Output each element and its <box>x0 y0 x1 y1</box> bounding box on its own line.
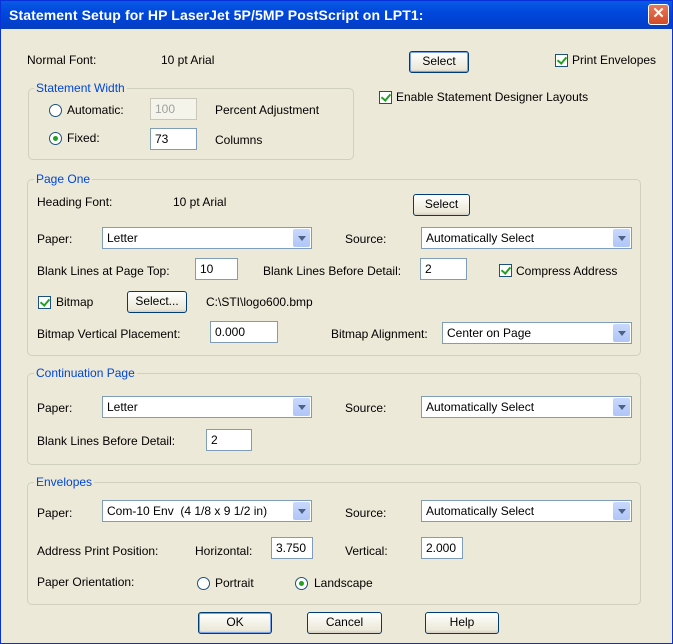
envelope-paper-label: Paper: <box>37 506 73 520</box>
paper-orientation-label: Paper Orientation: <box>37 575 135 589</box>
continuation-source-value: Automatically Select <box>426 400 535 414</box>
chevron-down-icon[interactable] <box>613 398 630 416</box>
heading-font-label: Heading Font: <box>37 195 113 209</box>
horizontal-label: Horizontal: <box>195 544 253 558</box>
compress-address-label[interactable]: Compress Address <box>516 264 617 278</box>
vertical-input[interactable]: 2.000 <box>421 537 463 559</box>
continuation-blank-lines-label: Blank Lines Before Detail: <box>37 434 176 448</box>
automatic-label[interactable]: Automatic: <box>67 103 124 117</box>
portrait-radio[interactable] <box>197 577 210 590</box>
bitmap-alignment-value: Center on Page <box>447 326 532 340</box>
continuation-paper-value: Letter <box>107 400 138 414</box>
help-button[interactable]: Help <box>425 612 499 634</box>
horizontal-input[interactable]: 3.750 <box>271 537 313 559</box>
portrait-label[interactable]: Portrait <box>215 576 254 590</box>
statement-setup-dialog: Statement Setup for HP LaserJet 5P/5MP P… <box>0 0 673 644</box>
statement-width-legend: Statement Width <box>34 81 127 95</box>
bitmap-vertical-placement-input[interactable]: 0.000 <box>210 321 278 343</box>
fixed-label[interactable]: Fixed: <box>67 131 100 145</box>
normal-font-value: 10 pt Arial <box>161 53 215 67</box>
columns-label: Columns <box>215 133 263 147</box>
continuation-blank-lines-input[interactable]: 2 <box>206 429 252 451</box>
landscape-radio[interactable] <box>295 577 308 590</box>
print-envelopes-label[interactable]: Print Envelopes <box>572 53 656 67</box>
page-one-paper-value: Letter <box>107 231 138 245</box>
envelope-source-select[interactable]: Automatically Select <box>421 500 632 522</box>
close-button[interactable]: ✕ <box>648 4 669 25</box>
chevron-down-icon[interactable] <box>613 229 630 247</box>
cancel-button[interactable]: Cancel <box>307 612 382 634</box>
heading-font-value: 10 pt Arial <box>173 195 227 209</box>
close-icon: ✕ <box>652 5 665 22</box>
fixed-radio[interactable] <box>49 132 62 145</box>
chevron-down-icon[interactable] <box>293 229 310 247</box>
continuation-page-legend: Continuation Page <box>34 366 137 380</box>
bitmap-checkbox[interactable] <box>38 296 51 309</box>
vertical-label: Vertical: <box>345 544 388 558</box>
blank-lines-before-detail-label: Blank Lines Before Detail: <box>263 264 402 278</box>
automatic-radio[interactable] <box>49 104 62 117</box>
continuation-source-label: Source: <box>345 401 387 415</box>
blank-lines-before-detail-input[interactable]: 2 <box>420 258 467 280</box>
heading-font-select-button[interactable]: Select <box>413 194 470 216</box>
blank-lines-top-input[interactable]: 10 <box>195 258 238 280</box>
enable-designer-checkbox[interactable] <box>379 91 392 104</box>
chevron-down-icon[interactable] <box>293 398 310 416</box>
automatic-percent-input[interactable]: 100 <box>150 98 197 120</box>
envelopes-legend: Envelopes <box>34 475 95 489</box>
bitmap-alignment-select[interactable]: Center on Page <box>442 322 632 344</box>
blank-lines-top-label: Blank Lines at Page Top: <box>37 264 170 278</box>
normal-font-select-button[interactable]: Select <box>409 51 469 73</box>
page-one-paper-label: Paper: <box>37 232 73 246</box>
fixed-columns-input[interactable]: 73 <box>150 128 197 150</box>
bitmap-label[interactable]: Bitmap <box>56 295 93 309</box>
continuation-paper-label: Paper: <box>37 401 73 415</box>
chevron-down-icon[interactable] <box>293 502 310 520</box>
page-one-source-label: Source: <box>345 232 387 246</box>
chevron-down-icon[interactable] <box>613 502 630 520</box>
envelope-source-label: Source: <box>345 506 387 520</box>
continuation-source-select[interactable]: Automatically Select <box>421 396 632 418</box>
page-one-paper-select[interactable]: Letter <box>102 227 312 249</box>
normal-font-label: Normal Font: <box>27 53 97 67</box>
landscape-label[interactable]: Landscape <box>314 576 373 590</box>
compress-address-checkbox[interactable] <box>499 264 512 277</box>
bitmap-vertical-placement-label: Bitmap Vertical Placement: <box>37 327 181 341</box>
bitmap-alignment-label: Bitmap Alignment: <box>331 327 428 341</box>
continuation-paper-select[interactable]: Letter <box>102 396 312 418</box>
enable-designer-label[interactable]: Enable Statement Designer Layouts <box>396 90 588 104</box>
print-envelopes-checkbox[interactable] <box>555 54 568 67</box>
ok-button[interactable]: OK <box>198 612 272 634</box>
bitmap-select-button[interactable]: Select... <box>127 291 187 313</box>
title-bar[interactable]: Statement Setup for HP LaserJet 5P/5MP P… <box>1 1 672 29</box>
page-one-legend: Page One <box>34 172 93 186</box>
envelope-paper-select[interactable]: Com-10 Env (4 1/8 x 9 1/2 in) <box>102 500 312 522</box>
percent-adjustment-label: Percent Adjustment <box>215 103 320 117</box>
page-one-source-value: Automatically Select <box>426 231 535 245</box>
envelope-paper-value: Com-10 Env (4 1/8 x 9 1/2 in) <box>107 504 268 518</box>
page-one-source-select[interactable]: Automatically Select <box>421 227 632 249</box>
bitmap-path: C:\STI\logo600.bmp <box>206 295 313 309</box>
window-title: Statement Setup for HP LaserJet 5P/5MP P… <box>9 7 424 23</box>
envelope-source-value: Automatically Select <box>426 504 535 518</box>
address-print-position-label: Address Print Position: <box>37 544 159 558</box>
chevron-down-icon[interactable] <box>613 324 630 342</box>
continuation-page-group <box>27 373 641 465</box>
